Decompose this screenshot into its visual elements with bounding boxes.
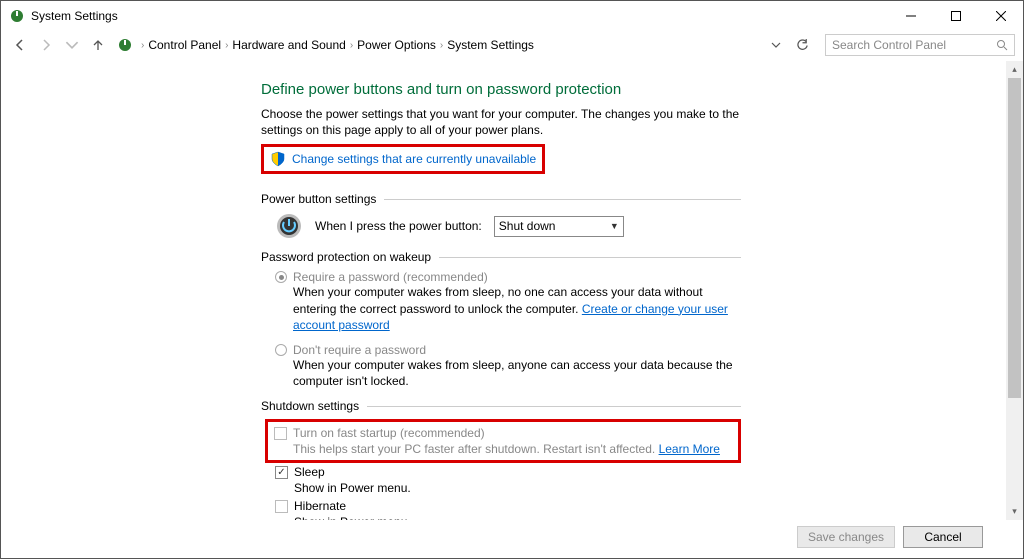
vertical-scrollbar[interactable]: ▴ ▾ <box>1006 61 1023 520</box>
cancel-button[interactable]: Cancel <box>903 526 983 548</box>
change-settings-label: Change settings that are currently unava… <box>292 152 536 166</box>
navbar: › Control Panel › Hardware and Sound › P… <box>1 31 1023 59</box>
recent-dropdown[interactable] <box>61 34 83 56</box>
power-button-label: When I press the power button: <box>315 219 482 233</box>
breadcrumb: › Control Panel › Hardware and Sound › P… <box>141 38 787 52</box>
highlight-change-settings: Change settings that are currently unava… <box>261 144 545 174</box>
content-area: ▴ ▾ Define power buttons and turn on pas… <box>1 61 1023 520</box>
divider-icon <box>367 406 741 407</box>
section-title: Password protection on wakeup <box>261 250 431 264</box>
scroll-down-arrow[interactable]: ▾ <box>1006 503 1023 520</box>
refresh-button[interactable] <box>791 34 813 56</box>
breadcrumb-hardware-sound[interactable]: Hardware and Sound <box>232 38 345 52</box>
highlight-fast-startup: Turn on fast startup (recommended) This … <box>265 419 741 463</box>
titlebar: System Settings <box>1 1 1023 31</box>
search-input[interactable]: Search Control Panel <box>825 34 1015 56</box>
section-password: Password protection on wakeup <box>261 250 741 264</box>
section-title: Shutdown settings <box>261 399 359 413</box>
scroll-up-arrow[interactable]: ▴ <box>1006 61 1023 78</box>
maximize-button[interactable] <box>933 2 978 30</box>
chevron-right-icon: › <box>225 40 228 51</box>
chevron-right-icon: › <box>350 40 353 51</box>
power-button-select[interactable]: Shut down ▼ <box>494 216 624 237</box>
fast-startup-label: Turn on fast startup (recommended) <box>293 426 485 440</box>
chevron-down-icon: ▼ <box>610 221 619 231</box>
shield-icon <box>270 151 286 167</box>
page-heading: Define power buttons and turn on passwor… <box>261 81 741 98</box>
power-icon <box>275 212 303 240</box>
radio-require-label: Require a password (recommended) <box>293 270 488 284</box>
radio-dont-label: Don't require a password <box>293 343 426 357</box>
divider-icon <box>439 257 741 258</box>
radio-dont-desc: When your computer wakes from sleep, any… <box>293 357 741 389</box>
forward-button[interactable] <box>35 34 57 56</box>
sleep-label: Sleep <box>294 465 325 479</box>
hibernate-label: Hibernate <box>294 499 346 513</box>
close-button[interactable] <box>978 2 1023 30</box>
chevron-right-icon: › <box>440 40 443 51</box>
change-settings-link[interactable]: Change settings that are currently unava… <box>270 151 536 167</box>
section-power-button: Power button settings <box>261 192 741 206</box>
scroll-thumb[interactable] <box>1008 78 1021 398</box>
search-icon <box>996 39 1008 51</box>
save-button[interactable]: Save changes <box>797 526 895 548</box>
window-title: System Settings <box>31 9 118 23</box>
checkbox-hibernate <box>275 500 288 513</box>
intro-text: Choose the power settings that you want … <box>261 106 741 138</box>
section-title: Power button settings <box>261 192 376 206</box>
address-dropdown[interactable] <box>769 38 783 52</box>
breadcrumb-system-settings[interactable]: System Settings <box>447 38 534 52</box>
radio-require-password <box>275 271 287 283</box>
breadcrumb-power-options[interactable]: Power Options <box>357 38 436 52</box>
checkbox-sleep <box>275 466 288 479</box>
divider-icon <box>384 199 741 200</box>
section-shutdown: Shutdown settings <box>261 399 741 413</box>
chevron-right-icon: › <box>141 40 144 51</box>
search-placeholder: Search Control Panel <box>832 38 946 52</box>
back-button[interactable] <box>9 34 31 56</box>
learn-more-link[interactable]: Learn More <box>659 442 720 456</box>
radio-dont-require <box>275 344 287 356</box>
app-icon <box>9 8 25 24</box>
checkbox-fast-startup <box>274 427 287 440</box>
breadcrumb-control-panel[interactable]: Control Panel <box>148 38 221 52</box>
sleep-desc: Show in Power menu. <box>294 481 741 495</box>
footer: Save changes Cancel <box>1 520 1023 558</box>
up-button[interactable] <box>87 34 109 56</box>
address-icon <box>117 37 133 53</box>
window-controls <box>888 2 1023 30</box>
power-button-value: Shut down <box>499 219 556 233</box>
radio-require-desc: When your computer wakes from sleep, no … <box>293 284 741 333</box>
minimize-button[interactable] <box>888 2 933 30</box>
fast-startup-desc: This helps start your PC faster after sh… <box>293 442 732 456</box>
